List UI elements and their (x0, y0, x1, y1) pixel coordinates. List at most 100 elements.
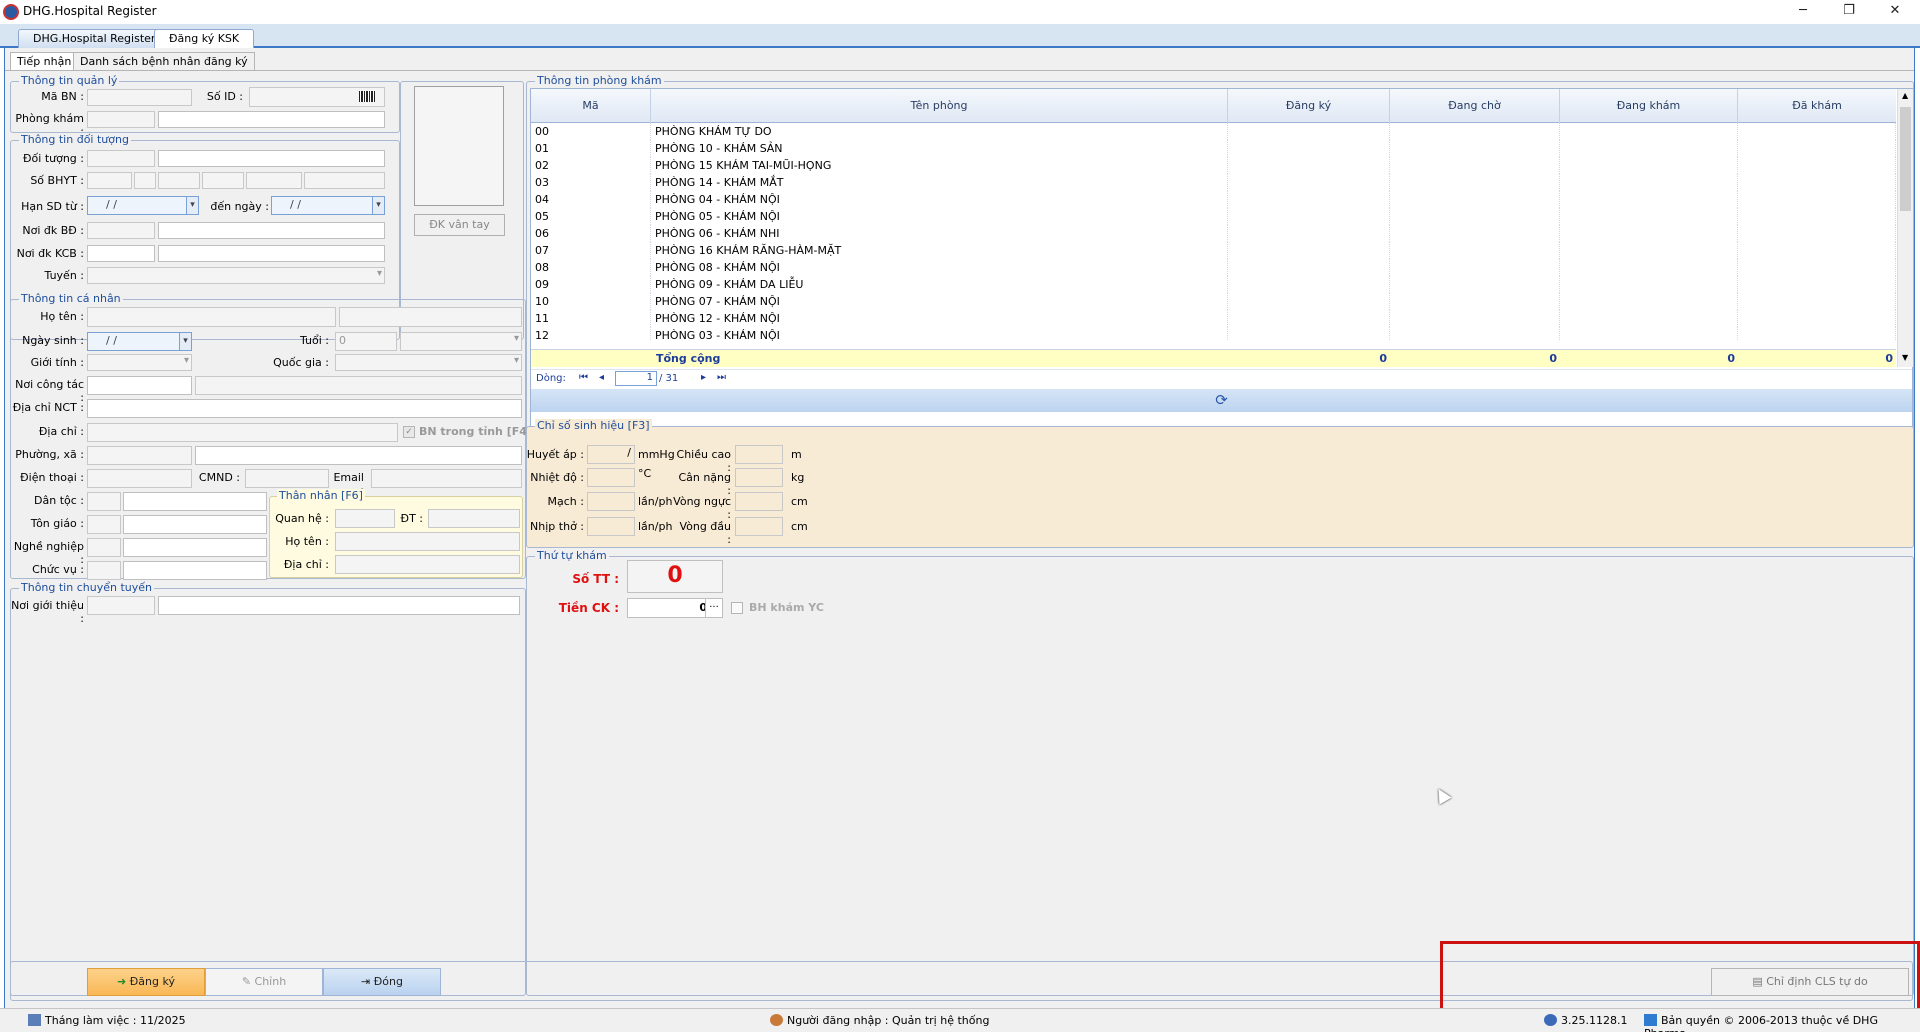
barcode-icon[interactable] (359, 91, 375, 102)
phuong-xa-name[interactable] (195, 446, 522, 465)
ho-ten-extra-field[interactable] (339, 307, 522, 327)
col-dang-cho[interactable]: Đang chờ (1390, 89, 1560, 123)
noi-cong-tac-name[interactable] (195, 376, 522, 395)
table-row[interactable]: 09 PHÒNG 09 - KHÁM DA LIỄU (531, 276, 1896, 293)
col-ma[interactable]: Mã (531, 89, 651, 123)
nhip-tho-field[interactable] (587, 517, 635, 536)
huyet-ap-field[interactable]: / (587, 445, 635, 464)
tien-ck-more-button[interactable]: ... (705, 598, 723, 618)
tab-dhg-hospital-register[interactable]: DHG.Hospital Register (18, 29, 171, 48)
chevron-down-icon[interactable]: ▾ (179, 333, 191, 350)
chevron-down-icon[interactable]: ▾ (372, 197, 384, 214)
vong-dau-field[interactable] (735, 517, 783, 536)
noi-dk-kcb-code[interactable] (87, 245, 155, 262)
bhyt-part-3[interactable] (158, 172, 200, 189)
nghe-nghiep-code[interactable] (87, 538, 121, 557)
tab-tiep-nhan[interactable]: Tiếp nhận (10, 52, 79, 71)
table-row[interactable]: 00 PHÒNG KHÁM TỰ DO (531, 123, 1896, 140)
bh-kham-yc-checkbox[interactable] (731, 602, 743, 614)
quoc-gia-select[interactable] (335, 354, 522, 371)
dan-toc-name[interactable] (123, 492, 267, 511)
ma-bn-field[interactable] (87, 89, 192, 106)
ngay-sinh-date[interactable]: / / ▾ (87, 332, 192, 351)
col-da-kham[interactable]: Đã khám (1738, 89, 1896, 123)
close-button[interactable]: ✕ (1872, 0, 1918, 24)
noi-dk-bd-code[interactable] (87, 222, 155, 239)
email-field[interactable] (371, 469, 522, 488)
table-row[interactable]: 08 PHÒNG 08 - KHÁM NỘI (531, 259, 1896, 276)
nhiet-do-field[interactable] (587, 468, 635, 487)
table-row[interactable]: 02 PHÒNG 15 KHÁM TAI-MŨI-HỌNG (531, 157, 1896, 174)
maximize-button[interactable]: ❐ (1826, 0, 1872, 24)
doi-tuong-name[interactable] (158, 150, 385, 167)
table-row[interactable]: 05 PHÒNG 05 - KHÁM NỘI (531, 208, 1896, 225)
chieu-cao-field[interactable] (735, 445, 783, 464)
dien-thoai-field[interactable] (87, 469, 192, 488)
first-page-icon[interactable]: ⏮ (579, 372, 588, 383)
ton-giao-name[interactable] (123, 515, 267, 534)
prev-page-icon[interactable]: ◂ (599, 372, 604, 383)
bhyt-part-5[interactable] (246, 172, 302, 189)
than-nhan-dia-chi-field[interactable] (335, 555, 520, 574)
scroll-up-icon[interactable]: ▲ (1902, 91, 1908, 100)
bhyt-part-2[interactable] (134, 172, 156, 189)
doi-tuong-code[interactable] (87, 150, 155, 167)
mach-field[interactable] (587, 492, 635, 511)
noi-dk-kcb-name[interactable] (158, 245, 385, 262)
last-page-icon[interactable]: ⏭ (717, 372, 726, 383)
col-dang-ky[interactable]: Đăng ký (1228, 89, 1390, 123)
table-row[interactable]: 03 PHÒNG 14 - KHÁM MẮT (531, 174, 1896, 191)
dk-van-tay-button[interactable]: ĐK vân tay (414, 214, 505, 236)
table-row[interactable]: 12 PHÒNG 03 - KHÁM NỘI (531, 327, 1896, 341)
table-row[interactable]: 11 PHÒNG 12 - KHÁM NỘI (531, 310, 1896, 327)
chuc-vu-code[interactable] (87, 561, 121, 580)
col-dang-kham[interactable]: Đang khám (1560, 89, 1738, 123)
noi-gioi-thieu-code[interactable] (87, 596, 155, 615)
col-ten-phong[interactable]: Tên phòng (651, 89, 1228, 123)
chevron-down-icon[interactable]: ▾ (186, 197, 198, 214)
tab-dang-ky-ksk[interactable]: Đăng ký KSK (154, 29, 255, 48)
dan-toc-code[interactable] (87, 492, 121, 511)
dang-ky-button[interactable]: ➜ Đăng ký (87, 968, 205, 996)
can-nang-field[interactable] (735, 468, 783, 487)
tuoi-unit-select[interactable] (400, 332, 522, 351)
bhyt-part-4[interactable] (202, 172, 244, 189)
table-row[interactable]: 10 PHÒNG 07 - KHÁM NỘI (531, 293, 1896, 310)
table-row[interactable]: 06 PHÒNG 06 - KHÁM NHI (531, 225, 1896, 242)
table-row[interactable]: 07 PHÒNG 16 KHÁM RĂNG-HÀM-MẶT (531, 242, 1896, 259)
bhyt-part-6[interactable] (304, 172, 385, 189)
than-nhan-ho-ten-field[interactable] (335, 532, 520, 551)
dia-chi-field[interactable] (87, 423, 398, 442)
phuong-xa-code[interactable] (87, 446, 192, 465)
noi-dk-bd-name[interactable] (158, 222, 385, 239)
table-row[interactable]: 04 PHÒNG 04 - KHÁM NỘI (531, 191, 1896, 208)
nghe-nghiep-name[interactable] (123, 538, 267, 557)
quan-he-field[interactable] (335, 509, 395, 528)
noi-gioi-thieu-name[interactable] (158, 596, 520, 615)
dia-chi-nct-field[interactable] (87, 399, 522, 418)
tuyen-select[interactable] (87, 267, 385, 284)
phong-kham-name[interactable] (158, 111, 385, 128)
vong-nguc-field[interactable] (735, 492, 783, 511)
bhyt-part-1[interactable] (87, 172, 132, 189)
grid-scrollbar[interactable]: ▲ ▼ (1897, 89, 1913, 367)
tab-danh-sach[interactable]: Danh sách bệnh nhân đăng ký (73, 52, 255, 71)
scroll-down-icon[interactable]: ▼ (1902, 353, 1908, 362)
chinh-button[interactable]: ✎ Chỉnh (205, 968, 323, 996)
chi-dinh-cls-button[interactable]: ▤ Chỉ định CLS tự do (1711, 968, 1909, 996)
minimize-button[interactable]: ─ (1780, 0, 1826, 24)
than-nhan-dt-field[interactable] (428, 509, 520, 528)
page-input[interactable]: 1 (615, 371, 657, 386)
tien-ck-field[interactable]: 0 (627, 598, 711, 618)
cmnd-field[interactable] (245, 469, 329, 488)
table-row[interactable]: 01 PHÒNG 10 - KHÁM SẢN (531, 140, 1896, 157)
gioi-tinh-select[interactable] (87, 354, 192, 371)
bn-trong-tinh-checkbox[interactable]: ✓ (403, 426, 415, 438)
next-page-icon[interactable]: ▸ (701, 372, 706, 383)
chuc-vu-name[interactable] (123, 561, 267, 580)
han-sd-to-date[interactable]: / / ▾ (271, 196, 385, 215)
scroll-thumb[interactable] (1900, 107, 1911, 211)
refresh-icon[interactable]: ⟳ (531, 389, 1912, 412)
han-sd-from-date[interactable]: / / ▾ (87, 196, 199, 215)
dong-button[interactable]: ⇥ Đóng (323, 968, 441, 996)
